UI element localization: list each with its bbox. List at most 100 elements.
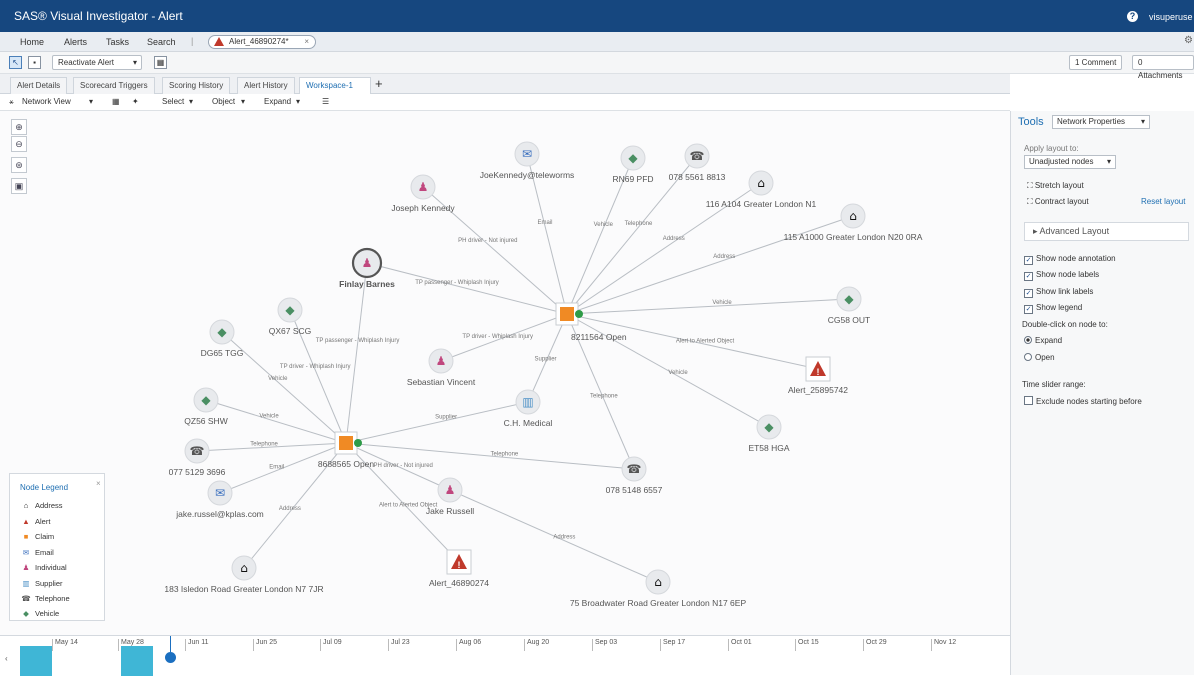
- node-vehicle[interactable]: ◆ RN69 PFD: [612, 145, 654, 184]
- building-icon: ▥: [22, 579, 30, 588]
- help-icon[interactable]: ?: [1127, 11, 1138, 22]
- phone-icon: ☎: [21, 594, 31, 603]
- reset-layout-link[interactable]: Reset layout: [1141, 197, 1185, 206]
- list-icon[interactable]: ☰: [322, 97, 329, 106]
- tab-alert-history[interactable]: Alert History: [237, 77, 295, 94]
- node-claim[interactable]: 8211564 Open: [555, 302, 627, 342]
- car-icon: ◆: [23, 609, 29, 618]
- exclude-nodes-checkbox[interactable]: Exclude nodes starting before: [1024, 396, 1142, 406]
- pointer-icon[interactable]: ↖: [9, 56, 22, 69]
- title-bar: SAS® Visual Investigator - Alert ? visup…: [0, 0, 1194, 32]
- tab-scorecard-triggers[interactable]: Scorecard Triggers: [73, 77, 155, 94]
- pin-icon[interactable]: ✦: [132, 97, 139, 106]
- apply-layout-label: Apply layout to:: [1024, 144, 1079, 153]
- show-node-annotation-checkbox[interactable]: ✓ Show node annotation: [1024, 254, 1116, 265]
- checkbox-icon: ✓: [1024, 305, 1033, 314]
- show-link-labels-checkbox[interactable]: ✓ Show link labels: [1024, 287, 1093, 298]
- network-graph[interactable]: Email Vehicle Telephone Address Address PH dr…: [0, 111, 1010, 635]
- node-telephone[interactable]: ☎ 078 5561 8813: [669, 143, 726, 182]
- node-telephone[interactable]: ☎ 078 5148 6557: [606, 456, 663, 495]
- node-telephone[interactable]: ☎ 077 5129 3696: [169, 438, 226, 477]
- legend-label: Email: [35, 548, 54, 557]
- expand-menu[interactable]: Expand: [264, 97, 291, 106]
- zoom-in-icon[interactable]: ⊕: [11, 119, 27, 135]
- link-label: TP driver - Whiplash Injury: [462, 334, 533, 340]
- zoom-fit-icon[interactable]: ⊛: [11, 157, 27, 173]
- network-link[interactable]: [345, 401, 529, 444]
- grid-icon[interactable]: ▦: [154, 56, 167, 69]
- tab-workspace-1[interactable]: Workspace-1: [299, 77, 371, 94]
- network-properties-label: Network Properties: [1057, 117, 1126, 126]
- expand-radio[interactable]: Expand: [1024, 336, 1062, 345]
- object-menu[interactable]: Object: [212, 97, 235, 106]
- link-label: TP driver - Whiplash Injury: [280, 364, 351, 370]
- menu-alerts[interactable]: Alerts: [64, 37, 87, 47]
- stretch-layout-button[interactable]: ⛶ Stretch layout: [1027, 181, 1084, 191]
- zoom-out-icon[interactable]: ⊖: [11, 136, 27, 152]
- node-vehicle[interactable]: ◆ DG65 TGG: [201, 319, 244, 358]
- chevron-left-icon[interactable]: ‹: [5, 654, 8, 663]
- network-view-dropdown[interactable]: Network View: [22, 97, 71, 106]
- node-vehicle[interactable]: ◆ QZ56 SHW: [184, 387, 228, 426]
- node-individual[interactable]: ♟ Sebastian Vincent: [407, 348, 476, 387]
- menu-home[interactable]: Home: [20, 37, 44, 47]
- node-alert[interactable]: ! Alert_25895742: [788, 356, 848, 395]
- time-slider[interactable]: ‹ May 14 May 28 Jun 11 Jun 25 Jul 09 Jul…: [0, 635, 1010, 676]
- comment-button[interactable]: 1 Comment: [1069, 55, 1123, 70]
- node-email[interactable]: ✉ JoeKennedy@teleworms: [480, 141, 575, 180]
- apply-layout-dropdown[interactable]: Unadjusted nodes ▾: [1024, 155, 1116, 169]
- open-radio[interactable]: Open: [1024, 353, 1055, 362]
- network-link[interactable]: [566, 215, 854, 315]
- status-dot: [354, 439, 362, 447]
- menu-separator: |: [191, 36, 194, 46]
- network-link[interactable]: [366, 262, 568, 315]
- person-icon: ♟: [22, 563, 30, 572]
- node-vehicle[interactable]: ◆ ET58 HGA: [748, 414, 790, 453]
- close-icon[interactable]: ×: [96, 479, 101, 488]
- show-node-labels-checkbox[interactable]: ✓ Show node labels: [1024, 270, 1099, 281]
- advanced-layout-section[interactable]: ▸ Advanced Layout: [1024, 222, 1189, 241]
- node-label: CG58 OUT: [828, 315, 871, 325]
- slider-handle[interactable]: [165, 652, 176, 663]
- layout-grid-icon[interactable]: ▦: [112, 97, 120, 106]
- reactivate-alert-button[interactable]: Reactivate Alert ▾: [52, 55, 142, 70]
- close-icon[interactable]: ×: [304, 36, 309, 48]
- network-view-icon[interactable]: ⚹: [9, 97, 14, 107]
- network-link[interactable]: [566, 298, 850, 315]
- contract-layout-button[interactable]: ⛶ Contract layout: [1027, 197, 1089, 207]
- node-email[interactable]: ✉ jake.russel@kplas.com: [175, 480, 264, 519]
- node-individual[interactable]: ♟ Joseph Kennedy: [391, 174, 455, 213]
- node-individual[interactable]: ♟ Finlay Barnes: [339, 247, 395, 289]
- node-address[interactable]: ⌂ 183 Isledon Road Greater London N7 7JR: [164, 555, 324, 594]
- link-label: TP passenger - Whiplash Injury: [415, 280, 499, 286]
- node-supplier[interactable]: ▥ C.H. Medical: [504, 389, 553, 428]
- network-canvas[interactable]: Email Vehicle Telephone Address Address PH dr…: [0, 111, 1010, 635]
- tab-alert-details[interactable]: Alert Details: [10, 77, 68, 94]
- link-label: Supplier: [435, 414, 457, 420]
- network-properties-dropdown[interactable]: Network Properties ▾: [1052, 115, 1150, 129]
- select-menu[interactable]: Select: [162, 97, 184, 106]
- show-legend-checkbox[interactable]: ✓ Show legend: [1024, 303, 1082, 314]
- node-vehicle[interactable]: ◆ QX67 SCG: [269, 297, 312, 336]
- node-label: QX67 SCG: [269, 326, 312, 336]
- network-link[interactable]: [345, 262, 368, 444]
- link-label: Vehicle: [259, 413, 279, 419]
- overview-icon[interactable]: ▣: [11, 178, 27, 194]
- add-tab-icon[interactable]: +: [375, 76, 383, 91]
- attachments-button[interactable]: 0 Attachments: [1132, 55, 1194, 80]
- tab-scoring-history[interactable]: Scoring History: [162, 77, 231, 94]
- save-icon[interactable]: ▪: [28, 56, 41, 69]
- node-alert[interactable]: ! Alert_46890274: [429, 549, 489, 588]
- node-address[interactable]: ⌂ 115 A1000 Greater London N20 0RA: [784, 203, 923, 242]
- node-address[interactable]: ⌂ 75 Broadwater Road Greater London N17 6…: [570, 569, 747, 608]
- chevron-down-icon[interactable]: ▾: [89, 97, 93, 106]
- link-label: Vehicle: [712, 300, 732, 306]
- legend-item-individual: ♟ Individual: [21, 563, 67, 572]
- settings-icon[interactable]: ⚙: [1184, 35, 1193, 46]
- user-name[interactable]: visuperuse: [1149, 12, 1193, 22]
- tools-title: Tools: [1018, 116, 1044, 128]
- menu-tasks[interactable]: Tasks: [106, 37, 129, 47]
- open-alert-tab[interactable]: Alert_46890274* ×: [208, 35, 316, 49]
- menu-search[interactable]: Search: [147, 37, 176, 47]
- node-vehicle[interactable]: ◆ CG58 OUT: [828, 286, 871, 325]
